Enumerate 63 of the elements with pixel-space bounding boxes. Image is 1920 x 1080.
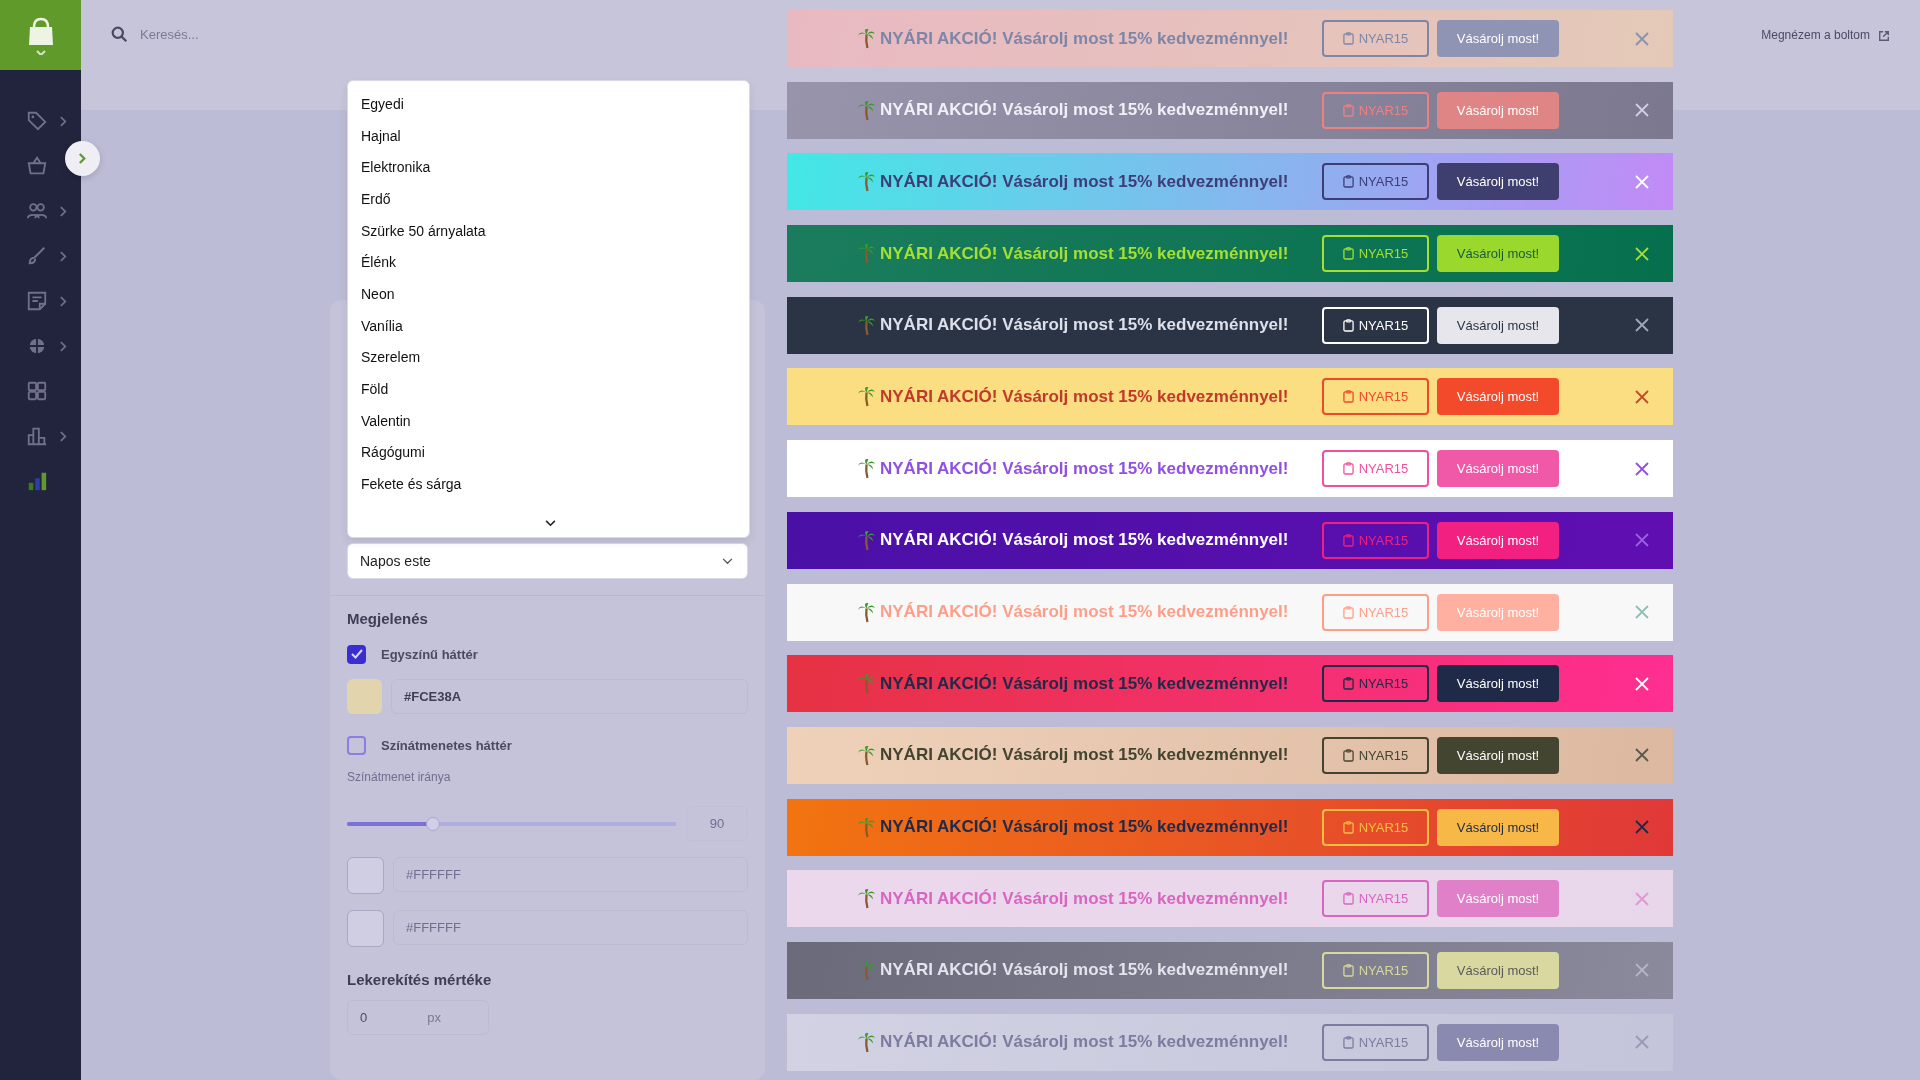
menu-option[interactable]: Szerelem [348,341,749,374]
menu-option[interactable]: Föld [348,373,749,405]
shop-now-button[interactable]: Vásárolj most! [1437,163,1559,201]
coupon-code-button[interactable]: NYAR15 [1322,306,1429,344]
coupon-code-button[interactable]: NYAR15 [1322,450,1429,488]
color-field[interactable]: #FFFFFF [393,857,748,892]
shop-now-button[interactable]: Vásárolj most! [1437,20,1559,57]
promo-message: NYÁRI AKCIÓ! Vásárolj most 15% kedvezménnyel! [880,530,1290,551]
promo-message: NYÁRI AKCIÓ! Vásárolj most 15% kedvezménnyel! [880,1032,1290,1053]
promo-message: NYÁRI AKCIÓ! Vásárolj most 15% kedvezménnyel! [880,602,1290,622]
view-store-link[interactable]: Megnézem a boltom [1761,28,1870,42]
section-title: Lekerekítés mértéke [347,971,493,988]
menu-option[interactable]: Élénk [348,246,749,279]
menu-option[interactable]: Erdő [348,183,749,215]
coupon-code-button[interactable]: NYAR15 [1322,521,1429,559]
menu-option[interactable]: Hajnal [348,119,749,152]
promo-message: NYÁRI AKCIÓ! Vásárolj most 15% kedvezménnyel! [880,960,1290,981]
menu-option[interactable]: Szürke 50 árnyalata [348,214,749,247]
promo-message: NYÁRI AKCIÓ! Vásárolj most 15% kedvezménnyel! [880,171,1290,192]
coupon-code-button[interactable]: NYAR15 [1322,163,1429,201]
coupon-code-button[interactable]: NYAR15 [1322,235,1429,273]
field-label: Színátmenet iránya [347,770,452,784]
shop-now-button[interactable]: Vásárolj most! [1437,450,1559,488]
search-field[interactable]: Keresés... [138,26,342,43]
section-title: Megjelenés [347,610,429,627]
promo-message: NYÁRI AKCIÓ! Vásárolj most 15% kedvezménnyel! [880,315,1290,336]
color-field[interactable]: #FCE38A [391,679,748,714]
menu-option[interactable]: Valentin [348,404,749,437]
promo-message: NYÁRI AKCIÓ! Vásárolj most 15% kedvezménnyel! [880,386,1290,407]
menu-option[interactable]: Egyedi [348,88,749,120]
menu-option[interactable]: Vanília [348,309,749,342]
menu-option[interactable]: Rágógumi [348,436,749,469]
shop-now-button[interactable]: Vásárolj most! [1437,951,1559,989]
shop-now-button[interactable]: Vásárolj most! [1437,880,1559,918]
promo-message: NYÁRI AKCIÓ! Vásárolj most 15% kedvezménnyel! [880,100,1290,121]
menu-option[interactable]: Elektronika [348,151,749,184]
promo-message: NYÁRI AKCIÓ! Vásárolj most 15% kedvezménnyel! [880,673,1290,694]
shop-now-button[interactable]: Vásárolj most! [1437,378,1559,416]
shop-now-button[interactable]: Vásárolj most! [1437,665,1559,703]
coupon-code-button[interactable]: NYAR15 [1322,951,1429,989]
color-field[interactable]: #FFFFFF [393,910,748,945]
promo-message: NYÁRI AKCIÓ! Vásárolj most 15% kedvezménnyel! [880,458,1290,479]
promo-message: NYÁRI AKCIÓ! Vásárolj most 15% kedvezménnyel! [880,888,1290,909]
coupon-code-button[interactable]: NYAR15 [1322,736,1429,774]
shop-now-button[interactable]: Vásárolj most! [1437,91,1559,129]
shop-now-button[interactable]: Vásárolj most! [1437,306,1559,344]
shop-now-button[interactable]: Vásárolj most! [1437,808,1559,846]
theme-select[interactable]: Napos este [347,543,748,579]
coupon-code-button[interactable]: NYAR15 [1322,665,1429,703]
shop-now-button[interactable]: Vásárolj most! [1437,235,1559,273]
promo-message: NYÁRI AKCIÓ! Vásárolj most 15% kedvezménnyel! [880,745,1290,766]
promo-message: NYÁRI AKCIÓ! Vásárolj most 15% kedvezménnyel! [880,28,1290,49]
checkbox-label: Egyszínű háttér [381,646,478,662]
shop-now-button[interactable]: Vásárolj most! [1437,521,1559,559]
checkbox-label: Színátmenetes háttér [381,737,512,753]
coupon-code-button[interactable]: NYAR15 [1322,378,1429,416]
menu-option[interactable]: Fekete és sárga [348,468,749,500]
promo-message: NYÁRI AKCIÓ! Vásárolj most 15% kedvezménnyel! [880,243,1290,264]
shop-now-button[interactable]: Vásárolj most! [1437,736,1559,774]
radius-field[interactable]: 0 px [347,1000,489,1035]
promo-message: NYÁRI AKCIÓ! Vásárolj most 15% kedvezménnyel! [880,817,1290,838]
shop-now-button[interactable]: Vásárolj most! [1437,1023,1559,1061]
menu-option[interactable]: Neon [348,278,749,310]
